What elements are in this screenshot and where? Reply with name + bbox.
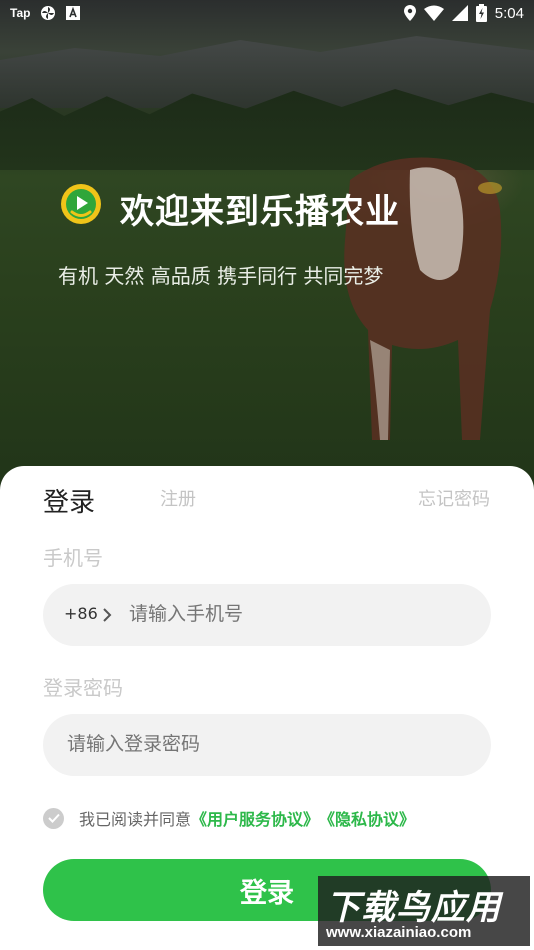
status-bar: Tap 5:04 [0, 0, 534, 28]
chevron-right-icon[interactable] [101, 606, 113, 624]
user-service-agreement-link[interactable]: 《用户服务协议》 [191, 806, 319, 830]
phone-input-container: +86 [43, 584, 491, 646]
clock-time: 5:04 [494, 4, 524, 22]
tap-app-label: Tap [10, 6, 31, 20]
font-a-icon [66, 6, 81, 20]
checkmark-icon [47, 813, 60, 823]
password-input-container [43, 714, 491, 776]
play-circle-logo-icon [61, 184, 101, 224]
forgot-password-link[interactable]: 忘记密码 [418, 485, 490, 511]
agreement-prefix: 我已阅读并同意 [79, 810, 192, 829]
mountain-silhouette [0, 36, 534, 108]
welcome-subtitle: 有机 天然 高品质 携手同行 共同完梦 [58, 264, 384, 288]
phone-label: 手机号 [43, 546, 103, 570]
status-bar-right: 5:04 [403, 4, 524, 22]
location-pin-icon [403, 5, 416, 21]
cell-signal-icon [451, 5, 468, 21]
wifi-icon [423, 5, 444, 21]
battery-charging-icon [475, 4, 487, 22]
pinwheel-icon [41, 6, 56, 20]
watermark-title: 下载鸟应用 [326, 888, 501, 928]
tab-register[interactable]: 注册 [160, 485, 196, 511]
password-input[interactable] [65, 733, 469, 757]
watermark-logo: 下载鸟应用 www.xiazainiao.com [318, 876, 530, 946]
password-label: 登录密码 [43, 676, 123, 700]
status-bar-left: Tap [10, 5, 81, 21]
login-screen: Tap 5:04 欢迎来到乐播农业 有机 天然 高品质 携手同行 共同完梦 登录… [0, 0, 534, 950]
welcome-title: 欢迎来到乐播农业 [120, 192, 400, 232]
agreement-row: 我已阅读并同意 《用户服务协议》 《隐私协议》 [43, 806, 415, 830]
phone-input[interactable] [127, 603, 471, 627]
tab-login[interactable]: 登录 [43, 482, 95, 519]
agreement-checkbox[interactable] [43, 807, 64, 829]
watermark-url: www.xiazainiao.com [326, 924, 472, 941]
country-code-selector[interactable]: +86 [64, 604, 98, 623]
privacy-agreement-link[interactable]: 《隐私协议》 [319, 806, 415, 830]
